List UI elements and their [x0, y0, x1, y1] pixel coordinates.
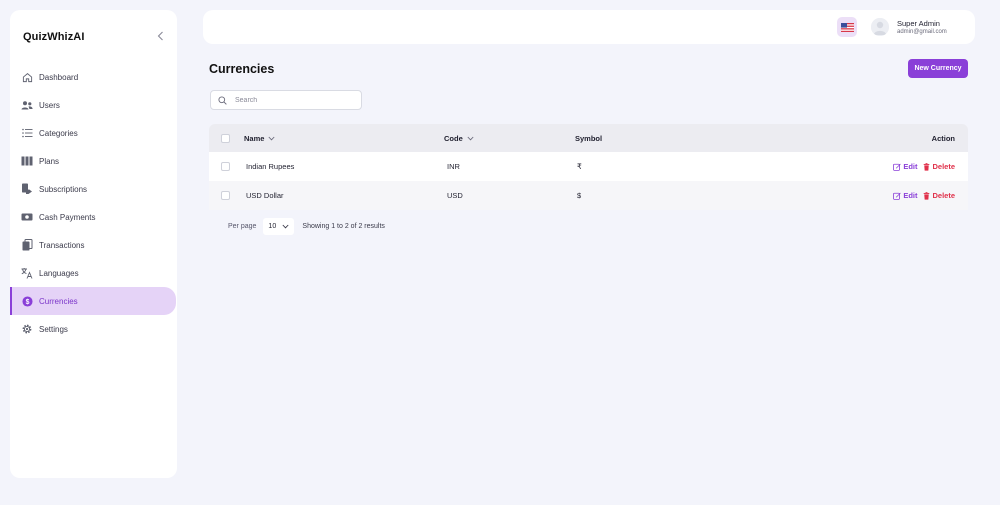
collapse-sidebar-button[interactable] — [153, 28, 167, 44]
currency-name: USD Dollar — [246, 191, 284, 200]
language-switcher[interactable] — [837, 17, 857, 37]
sidebar-item-label: Users — [39, 100, 60, 110]
currency-symbol: ₹ — [577, 162, 582, 171]
brand-logo: QuizWhizAI — [23, 31, 85, 43]
delete-button[interactable]: Delete — [923, 162, 955, 171]
sidebar-item-label: Cash Payments — [39, 212, 96, 222]
search-icon — [218, 95, 227, 105]
table-header: Name Code Symbol Action — [209, 124, 968, 152]
per-page-label: Per page — [228, 223, 257, 230]
column-action: Action — [931, 133, 955, 143]
sidebar-item-cash-payments[interactable]: Cash Payments — [10, 203, 176, 231]
user-email: admin@gmail.com — [897, 29, 947, 35]
edit-icon — [893, 192, 901, 200]
cash-icon — [21, 211, 33, 223]
home-icon — [21, 71, 33, 83]
chevron-down-icon — [282, 224, 289, 229]
svg-text:$: $ — [25, 298, 29, 305]
subscriptions-icon — [21, 183, 33, 195]
column-code[interactable]: Code — [444, 124, 474, 152]
chevron-left-icon — [157, 31, 163, 41]
sidebar-item-label: Categories — [39, 128, 78, 138]
per-page-select[interactable]: 10 — [263, 218, 295, 235]
sidebar-item-label: Plans — [39, 156, 60, 166]
trash-icon — [924, 191, 930, 200]
sidebar-item-users[interactable]: Users — [10, 91, 176, 119]
sidebar-item-label: Currencies — [39, 296, 78, 306]
sidebar-item-label: Dashboard — [39, 72, 79, 82]
per-page-value: 10 — [268, 223, 277, 230]
row-actions: Edit Delete — [893, 152, 955, 181]
sidebar-item-settings[interactable]: Settings — [10, 315, 176, 343]
currency-name: Indian Rupees — [246, 162, 295, 171]
chevron-down-icon — [467, 136, 474, 141]
list-icon — [21, 127, 33, 139]
column-symbol: Symbol — [575, 133, 603, 143]
currency-icon: $ — [21, 295, 33, 307]
table-row: Indian Rupees INR ₹ Edit Delete — [209, 152, 968, 181]
sidebar: QuizWhizAI Dashboard Users Categories Pl… — [10, 10, 177, 478]
edit-icon — [893, 163, 901, 171]
results-summary: Showing 1 to 2 of 2 results — [302, 223, 385, 230]
column-code-label: Code — [444, 133, 463, 143]
gear-icon — [21, 323, 33, 335]
sidebar-item-plans[interactable]: Plans — [10, 147, 176, 175]
search-input[interactable] — [235, 96, 345, 104]
row-checkbox[interactable] — [221, 162, 230, 171]
sidebar-item-dashboard[interactable]: Dashboard — [10, 63, 176, 91]
top-bar: Super Admin admin@gmail.com — [203, 10, 975, 44]
row-actions: Edit Delete — [893, 181, 955, 210]
transactions-icon — [21, 239, 33, 251]
sidebar-nav: Dashboard Users Categories Plans Subscri… — [10, 63, 177, 343]
currency-code: INR — [447, 162, 460, 171]
page-title: Currencies — [209, 62, 275, 76]
table-row: USD Dollar USD $ Edit Delete — [209, 181, 968, 210]
search-box — [210, 90, 362, 110]
new-currency-button[interactable]: New Currency — [908, 59, 968, 78]
sidebar-item-currencies[interactable]: $ Currencies — [10, 287, 176, 315]
delete-button[interactable]: Delete — [923, 191, 955, 200]
row-checkbox[interactable] — [221, 191, 230, 200]
columns-icon — [21, 155, 33, 167]
trash-icon — [924, 162, 930, 171]
column-name-label: Name — [244, 133, 265, 143]
sidebar-item-label: Transactions — [39, 240, 85, 250]
translate-icon — [21, 267, 33, 279]
sidebar-item-transactions[interactable]: Transactions — [10, 231, 176, 259]
chevron-down-icon — [268, 136, 275, 141]
sidebar-item-languages[interactable]: Languages — [10, 259, 176, 287]
delete-label: Delete — [932, 162, 955, 171]
sidebar-item-label: Subscriptions — [39, 184, 88, 194]
currencies-table: Name Code Symbol Action Indian Rupees IN… — [209, 124, 968, 210]
edit-button[interactable]: Edit — [893, 162, 917, 171]
column-name[interactable]: Name — [244, 124, 275, 152]
edit-label: Edit — [903, 191, 918, 200]
sidebar-item-label: Languages — [39, 268, 79, 278]
sidebar-item-label: Settings — [39, 324, 68, 334]
us-flag-icon — [840, 22, 854, 32]
sidebar-item-subscriptions[interactable]: Subscriptions — [10, 175, 176, 203]
edit-button[interactable]: Edit — [893, 191, 917, 200]
currency-code: USD — [447, 191, 463, 200]
currency-symbol: $ — [577, 191, 582, 200]
edit-label: Edit — [903, 162, 918, 171]
pagination: Per page 10 Showing 1 to 2 of 2 results — [228, 218, 385, 235]
user-name: Super Admin — [897, 19, 940, 28]
delete-label: Delete — [932, 191, 955, 200]
select-all-checkbox[interactable] — [221, 134, 230, 143]
sidebar-item-categories[interactable]: Categories — [10, 119, 176, 147]
users-icon — [21, 99, 33, 111]
avatar[interactable] — [871, 18, 889, 36]
